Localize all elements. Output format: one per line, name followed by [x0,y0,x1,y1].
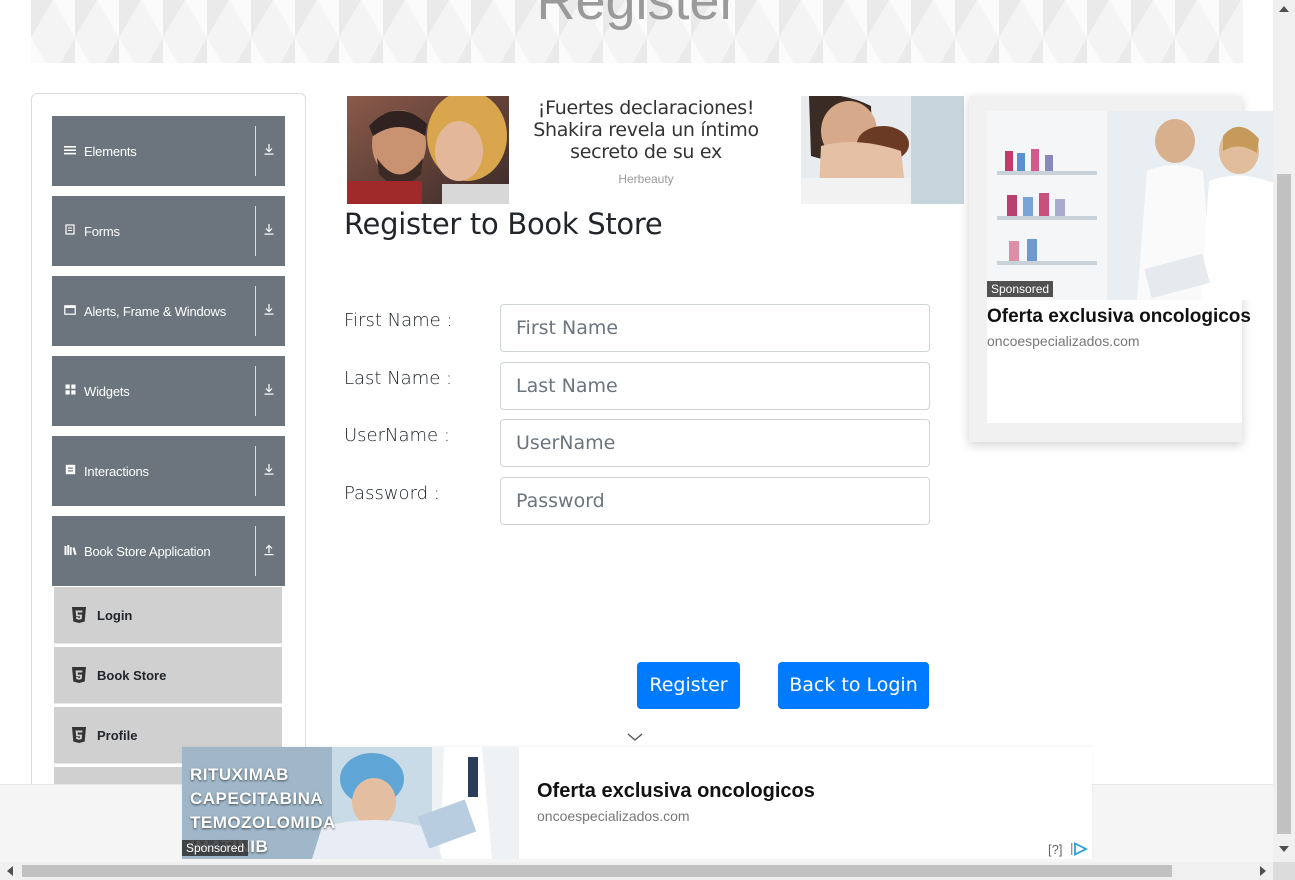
first-name-input[interactable] [500,304,930,352]
sponsored-badge: Sponsored [182,840,249,856]
ad-image-tea[interactable] [801,96,964,204]
back-to-login-button[interactable]: Back to Login [778,662,929,709]
drug-name: TEMOZOLOMIDA [190,813,336,832]
side-ad-title[interactable]: Oferta exclusiva oncologicos [987,306,1251,328]
divider [255,446,256,496]
scroll-down-arrow-icon[interactable] [1279,846,1289,852]
username-label: UserName : [344,425,450,446]
form-title: Register to Book Store [344,207,663,241]
hamburger-icon [56,145,84,158]
password-label: Password : [344,483,440,504]
adchoices-label: [?] [1048,842,1063,857]
expand-down-icon[interactable] [262,222,276,240]
sidebar-item-book-store[interactable]: Book Store [54,647,282,704]
expand-down-icon[interactable] [262,302,276,320]
sidebar-group-book-store-application[interactable]: Book Store Application [52,516,285,586]
collapse-up-icon[interactable] [262,542,276,560]
bottom-ad-domain[interactable]: oncoespecializados.com [537,808,690,824]
sponsored-badge: Sponsored [987,281,1054,297]
window-icon [56,304,84,318]
expand-down-icon[interactable] [262,462,276,480]
sidebar: Elements Forms Alerts, Frame & Windows W… [31,93,306,813]
expand-down-icon[interactable] [262,382,276,400]
sidebar-group-widgets[interactable]: Widgets [52,356,285,426]
ad-image-pharmacy[interactable] [987,111,1273,300]
form-icon [56,224,84,238]
sidebar-item-label: Book Store [97,667,167,683]
register-button[interactable]: Register [637,662,740,709]
ad-source: Herbeauty [618,172,674,186]
drug-name: RITUXIMAB [190,765,289,784]
username-input[interactable] [500,419,930,467]
divider [255,526,256,576]
sidebar-item-label: Profile [97,727,138,743]
scroll-right-arrow-icon[interactable] [1260,866,1266,876]
page: Register Elements Forms Alerts, Frame & … [0,0,1295,880]
horizontal-scrollbar[interactable] [0,862,1273,880]
html5-icon [71,606,89,624]
bottom-ad-title[interactable]: Oferta exclusiva oncologicos [537,780,815,803]
divider [255,206,256,256]
adchoices-link[interactable]: [?] [1048,842,1089,859]
ad-image-patient[interactable]: RITUXIMAB CAPECITABINA TEMOZOLOMIDA IMAT… [182,747,519,859]
header-banner: Register [31,0,1243,63]
sidebar-item-label: Login [97,607,133,623]
last-name-input[interactable] [500,362,930,410]
sidebar-group-label: Book Store Application [84,543,211,559]
last-name-label: Last Name : [344,368,453,389]
sidebar-group-forms[interactable]: Forms [52,196,285,266]
adchoices-icon [1070,842,1089,859]
html5-icon [71,726,89,744]
sidebar-group-label: Forms [84,223,120,239]
sidebar-group-label: Alerts, Frame & Windows [84,303,227,319]
chevron-down-icon[interactable] [627,729,643,745]
scroll-left-arrow-icon[interactable] [7,866,13,876]
ad-image-couple[interactable] [347,96,509,204]
sidebar-group-elements[interactable]: Elements [52,116,285,186]
vertical-scroll-thumb[interactable] [1277,174,1291,834]
vertical-scrollbar[interactable] [1273,0,1295,862]
page-header-title: Register [536,0,738,31]
books-icon [56,544,84,558]
drug-name: CAPECITABINA [190,789,324,808]
scroll-up-arrow-icon[interactable] [1279,6,1289,12]
sidebar-group-alerts-frame-windows[interactable]: Alerts, Frame & Windows [52,276,285,346]
widgets-icon [56,384,84,398]
sidebar-item-login[interactable]: Login [54,587,282,644]
divider [255,286,256,336]
scrollbar-corner [1273,862,1295,880]
divider [255,366,256,416]
side-ad-domain[interactable]: oncoespecializados.com [987,333,1140,349]
sidebar-group-label: Widgets [84,383,130,399]
sidebar-group-label: Elements [84,143,137,159]
html5-icon [71,666,89,684]
sidebar-group-interactions[interactable]: Interactions [52,436,285,506]
ad-headline[interactable]: ¡Fuertes declaraciones! Shakira revela u… [512,97,780,163]
expand-down-icon[interactable] [262,142,276,160]
sidebar-group-label: Interactions [84,463,149,479]
horizontal-scroll-thumb[interactable] [22,865,1172,877]
password-input[interactable] [500,477,930,525]
first-name-label: First Name : [344,310,453,331]
divider [255,126,256,176]
interaction-icon [56,464,84,478]
